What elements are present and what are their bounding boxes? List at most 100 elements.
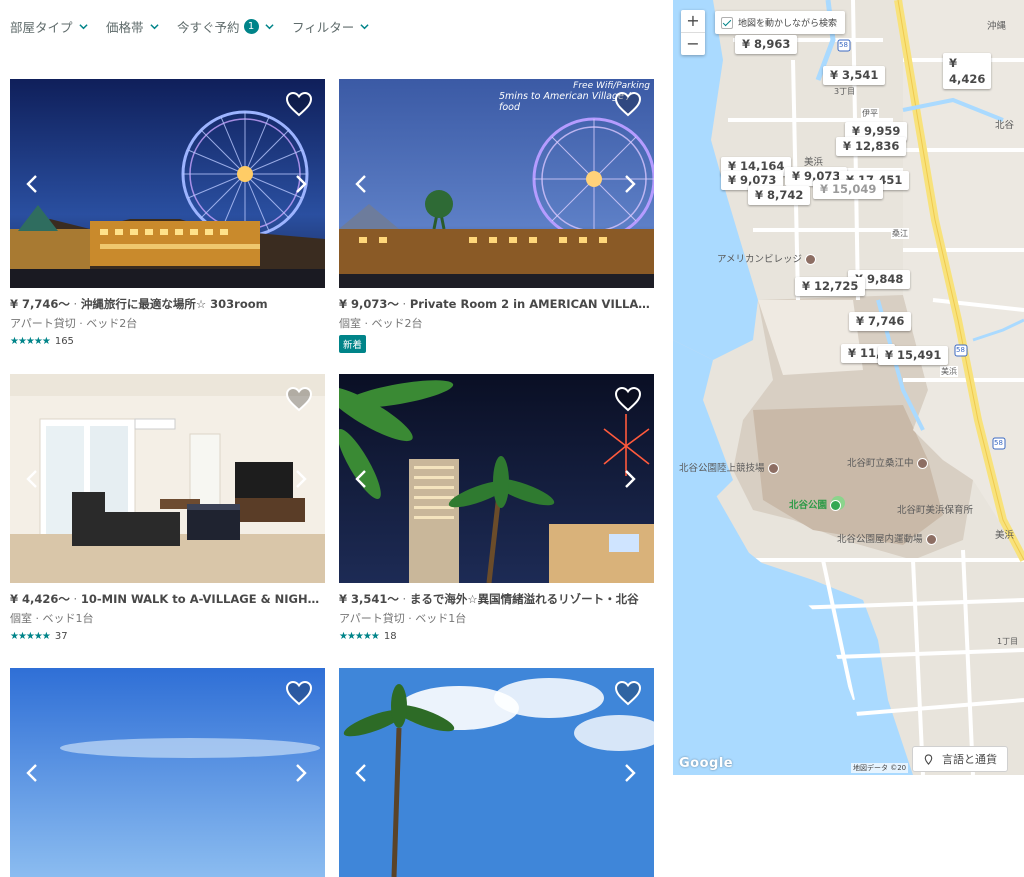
map-price-pin[interactable]: ¥ 15,491: [878, 346, 949, 365]
map-place-label: 北谷: [995, 120, 1015, 131]
map-place-label: 沖縄: [987, 21, 1007, 32]
review-count: 37: [54, 631, 68, 642]
chevron-right-icon[interactable]: [289, 173, 311, 195]
filter-room-type[interactable]: 部屋タイプ: [10, 17, 88, 36]
heart-icon[interactable]: [614, 91, 642, 117]
listing-title: 沖縄旅行に最適な場所☆ 303room: [80, 297, 268, 311]
heart-icon[interactable]: [285, 91, 313, 117]
chevron-left-icon[interactable]: [22, 468, 44, 490]
google-logo: Google: [679, 756, 734, 771]
map-place-label: 北谷町立桑江中: [847, 455, 928, 469]
search-as-map-moves-label: 地図を動かしながら検索: [738, 19, 838, 29]
chevron-down-icon: [78, 24, 88, 30]
map-place-label: 北谷公園: [789, 497, 842, 511]
listing-photo[interactable]: [10, 79, 325, 288]
map-price-pin[interactable]: ¥ 4,426: [943, 53, 992, 89]
filter-more[interactable]: フィルター: [292, 17, 369, 36]
listing-price: ¥ 7,746〜: [10, 297, 70, 311]
listing-photo-image: [339, 374, 654, 583]
listing-photo[interactable]: [339, 668, 654, 877]
review-count: 165: [54, 336, 74, 347]
listing-card[interactable]: ¥ 4,426〜 · 10-MIN WALK to A-VILLAGE & NI…: [10, 374, 325, 642]
map-place-text: 北谷公園屋内運動場: [837, 534, 923, 545]
map-price-pin[interactable]: ¥ 8,742: [748, 186, 811, 205]
listing-card[interactable]: Free Wifi/Parking 5mins to American Vill…: [339, 79, 654, 353]
chevron-right-icon[interactable]: [618, 173, 640, 195]
map-place-text: 北谷公園陸上競技場: [679, 463, 765, 474]
route-shield-label: 58: [994, 439, 1003, 447]
listing-card[interactable]: [339, 668, 654, 877]
chevron-left-icon[interactable]: [351, 762, 373, 784]
school-icon: [916, 458, 928, 469]
map-price-pin[interactable]: ¥ 12,725: [795, 277, 866, 296]
filter-more-label: フィルター: [292, 20, 355, 35]
listing-photo-image: [10, 79, 325, 288]
map-zoom-controls: + −: [681, 10, 705, 55]
filter-instant-book[interactable]: 今すぐ予約 1: [177, 17, 274, 36]
map-place-label: 1丁目: [997, 637, 1019, 646]
route-shield-label: 58: [839, 41, 848, 49]
listing-photo[interactable]: [10, 668, 325, 877]
map-price-pin[interactable]: ¥ 8,963: [735, 35, 798, 54]
listing-photo[interactable]: [10, 374, 325, 583]
chevron-right-icon[interactable]: [289, 468, 311, 490]
review-count: 18: [383, 631, 397, 642]
map-price-pin-amount: 4,426: [949, 72, 986, 86]
listing-card[interactable]: [10, 668, 325, 877]
map-place-label: 3丁目: [834, 87, 856, 96]
language-currency-label: 言語と通貨: [942, 753, 997, 766]
listing-title: まるで海外☆異国情緒溢れるリゾート・北谷: [409, 592, 639, 606]
search-as-map-moves-toggle[interactable]: 地図を動かしながら検索: [715, 11, 846, 34]
chevron-right-icon[interactable]: [618, 468, 640, 490]
checkbox-checked-icon[interactable]: [721, 16, 733, 29]
map-place-label: 桑江: [891, 228, 909, 239]
chevron-right-icon[interactable]: [618, 762, 640, 784]
star-rating-icon: ★★★★★: [10, 631, 51, 642]
listing-price: ¥ 9,073〜: [339, 297, 399, 311]
listing-photo-image: [10, 668, 325, 877]
listing-subtitle: 個室 · ベッド2台: [339, 317, 423, 330]
map-price-pin[interactable]: ¥ 15,049: [813, 180, 884, 199]
map-price-pin[interactable]: ¥ 3,541: [823, 66, 886, 85]
listing-rating: ★★★★★ 165: [10, 336, 325, 347]
heart-icon[interactable]: [285, 680, 313, 706]
chevron-left-icon[interactable]: [351, 468, 373, 490]
map-attribution[interactable]: 地図データ ©20: [851, 763, 909, 773]
star-rating-icon: ★★★★★: [339, 631, 380, 642]
listing-photo[interactable]: [339, 374, 654, 583]
listing-title-line[interactable]: ¥ 4,426〜 · 10-MIN WALK to A-VILLAGE & NI…: [10, 591, 325, 607]
listing-rating: ★★★★★ 18: [339, 631, 654, 642]
heart-icon[interactable]: [614, 386, 642, 412]
zoom-in-button[interactable]: +: [681, 10, 705, 32]
listing-photo-image: [339, 668, 654, 877]
park-icon: [830, 500, 842, 511]
listing-card[interactable]: ¥ 3,541〜 · まるで海外☆異国情緒溢れるリゾート・北谷 アパート貸切 ·…: [339, 374, 654, 642]
map-price-pin[interactable]: ¥ 12,836: [836, 137, 907, 156]
map-place-label: 美浜: [804, 157, 824, 168]
listing-title-line[interactable]: ¥ 7,746〜 · 沖縄旅行に最適な場所☆ 303room: [10, 296, 325, 312]
zoom-out-button[interactable]: −: [681, 33, 705, 55]
heart-icon[interactable]: [285, 386, 313, 412]
filter-price[interactable]: 価格帯: [106, 17, 159, 36]
listing-title-line[interactable]: ¥ 3,541〜 · まるで海外☆異国情緒溢れるリゾート・北谷: [339, 591, 654, 607]
listing-card[interactable]: ¥ 7,746〜 · 沖縄旅行に最適な場所☆ 303room アパート貸切 · …: [10, 79, 325, 347]
route-shield-label: 58: [956, 346, 965, 354]
map-price-pin[interactable]: ¥ 7,746: [849, 312, 912, 331]
chevron-left-icon[interactable]: [22, 173, 44, 195]
chevron-left-icon[interactable]: [22, 762, 44, 784]
star-rating-icon: ★★★★★: [10, 336, 51, 347]
chevron-left-icon[interactable]: [351, 173, 373, 195]
chevron-right-icon[interactable]: [289, 762, 311, 784]
poi-icon: [767, 463, 779, 474]
listing-rating: ★★★★★ 37: [10, 631, 325, 642]
map[interactable]: + − 地図を動かしながら検索 沖縄 北谷 3丁目 伊平 美浜 桑江 アメリカン…: [673, 0, 1024, 775]
map-place-label: 伊平: [861, 108, 879, 119]
chevron-down-icon: [360, 24, 369, 30]
filter-instant-book-label: 今すぐ予約: [177, 20, 240, 35]
language-currency-button[interactable]: 言語と通貨: [912, 746, 1008, 772]
location-pin-icon: [924, 753, 933, 765]
listing-photo[interactable]: Free Wifi/Parking 5mins to American Vill…: [339, 79, 654, 288]
poi-icon: [805, 254, 817, 265]
listing-title-line[interactable]: ¥ 9,073〜 · Private Room 2 in AMERICAN VI…: [339, 296, 654, 312]
heart-icon[interactable]: [614, 680, 642, 706]
